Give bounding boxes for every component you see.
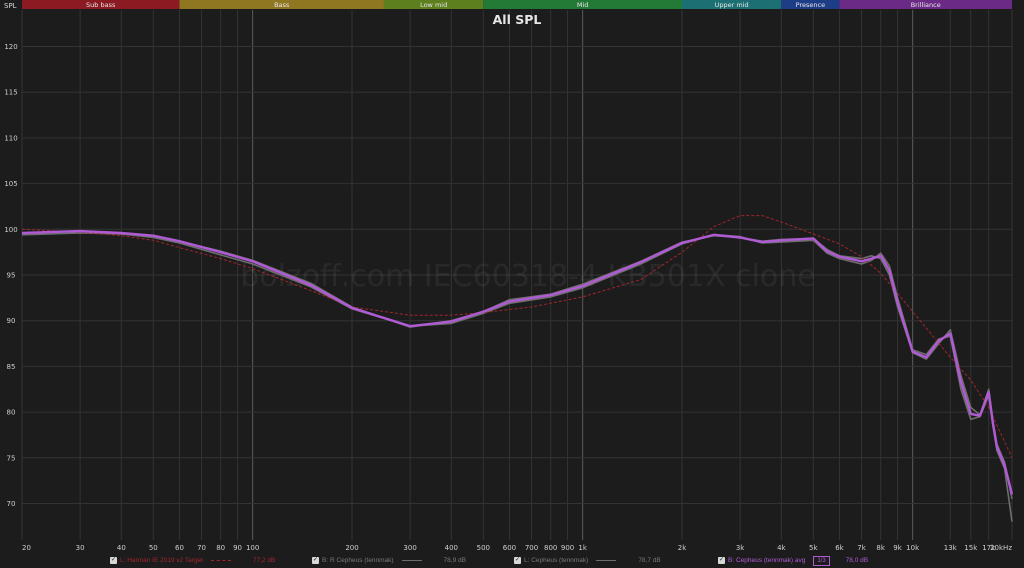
legend-item-average[interactable]: ✓ B: Cepheus (tennmak) avg 1/3 78,0 dB: [718, 555, 868, 566]
x-tick-label: 50: [149, 544, 158, 552]
x-tick-label: 900: [561, 544, 574, 552]
band-label: Low mid: [420, 1, 447, 9]
band-label: Presence: [796, 1, 825, 9]
legend-swatch: [210, 560, 231, 561]
y-axis-label: SPL: [4, 2, 17, 10]
y-tick-label: 80: [7, 409, 16, 417]
y-tick-label: 85: [7, 363, 16, 371]
checkbox-icon[interactable]: ✓: [718, 557, 725, 564]
x-tick-label: 6k: [835, 544, 844, 552]
x-tick-label: 2k: [678, 544, 687, 552]
legend-swatch: [401, 560, 422, 561]
legend-label: L: Cepheus (tennmak): [524, 557, 589, 564]
x-tick-label: 8k: [876, 544, 885, 552]
legend-value: 78,7 dB: [638, 557, 661, 564]
band-label: Bass: [274, 1, 290, 9]
x-tick-label: 200: [345, 544, 358, 552]
x-tick-label: 400: [445, 544, 458, 552]
spl-chart: Sub bass Bass Low mid Mid Upper mid Presence B…: [0, 0, 1024, 568]
x-tick-label: 5k: [809, 544, 818, 552]
x-tick-label: 300: [403, 544, 416, 552]
band-label: Brilliance: [911, 1, 941, 9]
y-tick-label: 75: [7, 454, 16, 462]
legend-item-target[interactable]: ✓ L: Harman IE 2019 v2 Target 77,2 dB: [110, 555, 275, 566]
legend-swatch: [596, 560, 617, 561]
x-tick-label: 4k: [777, 544, 786, 552]
x-tick-label: 70: [197, 544, 206, 552]
x-tick-label: 30: [76, 544, 85, 552]
x-tick-label: 60: [175, 544, 184, 552]
x-tick-label: 1k: [578, 544, 587, 552]
chart-title: All SPL: [493, 12, 542, 27]
x-tick-label: 600: [503, 544, 516, 552]
y-tick-label: 90: [7, 317, 16, 325]
x-tick-label: 10k: [906, 544, 920, 552]
band-label: Mid: [577, 1, 589, 9]
checkbox-icon[interactable]: ✓: [514, 557, 521, 564]
x-tick-label: 90: [233, 544, 242, 552]
checkbox-icon[interactable]: ✓: [312, 557, 319, 564]
x-tick-label: 9k: [893, 544, 902, 552]
checkbox-icon[interactable]: ✓: [110, 557, 117, 564]
legend-item-left[interactable]: ✓ L: Cepheus (tennmak) 78,7 dB: [514, 555, 661, 566]
legend-value: 78,9 dB: [443, 557, 466, 564]
y-tick-label: 110: [4, 134, 17, 142]
x-tick-label: 20kHz: [990, 544, 1012, 552]
smoothing-badge[interactable]: 1/3: [813, 555, 830, 566]
x-tick-label: 40: [117, 544, 126, 552]
x-tick-label: 700: [525, 544, 538, 552]
legend-value: 77,2 dB: [252, 557, 276, 564]
y-tick-label: 95: [7, 272, 16, 280]
legend-label: B: R Cepheus (tennmak): [322, 557, 394, 564]
x-tick-label: 7k: [857, 544, 866, 552]
x-tick-label: 500: [477, 544, 490, 552]
legend-label: B: Cepheus (tennmak) avg: [728, 557, 806, 564]
y-tick-label: 120: [4, 43, 17, 51]
x-tick-label: 100: [246, 544, 259, 552]
legend: ✓ L: Harman IE 2019 v2 Target 77,2 dB ✓ …: [0, 553, 1024, 568]
y-tick-label: 100: [4, 226, 17, 234]
x-tick-label: 3k: [736, 544, 745, 552]
legend-label: L: Harman IE 2019 v2 Target: [120, 557, 203, 564]
x-tick-label: 15k: [964, 544, 978, 552]
band-label: Upper mid: [715, 1, 749, 9]
band-label: Sub bass: [86, 1, 116, 9]
x-tick-label: 13k: [944, 544, 958, 552]
y-tick-label: 70: [7, 500, 16, 508]
frequency-bands: Sub bass Bass Low mid Mid Upper mid Presence B…: [22, 0, 1012, 9]
watermark: bolzoff.com IEC60318-4 KB501X clone: [240, 259, 816, 294]
y-tick-label: 105: [4, 180, 17, 188]
x-tick-label: 800: [544, 544, 557, 552]
x-tick-label: 20: [22, 544, 31, 552]
x-tick-label: 80: [216, 544, 225, 552]
legend-value: 78,0 dB: [845, 557, 869, 564]
legend-item-right[interactable]: ✓ B: R Cepheus (tennmak) 78,9 dB: [312, 555, 466, 566]
y-tick-label: 115: [4, 89, 17, 97]
